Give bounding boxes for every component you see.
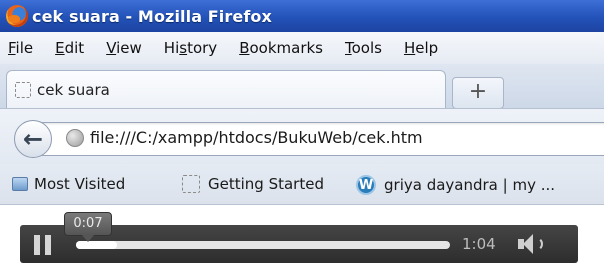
bookmark-griya-dayandra[interactable]: W griya dayandra | my ... <box>356 175 555 195</box>
menu-bar: File Edit View History Bookmarks Tools H… <box>0 32 604 64</box>
tab-strip: cek suara + <box>0 64 604 109</box>
firefox-logo-icon <box>6 5 28 27</box>
menu-history-rest: tory <box>187 39 218 57</box>
bookmark-label: griya dayandra | my ... <box>384 176 556 194</box>
menu-help-rest: elp <box>415 39 439 57</box>
menu-bookmarks-rest: ookmarks <box>249 39 323 57</box>
menu-history-pre: Hi <box>163 39 180 57</box>
tab-cek-suara[interactable]: cek suara <box>6 70 446 109</box>
menu-file-rest: ile <box>15 39 34 57</box>
blank-page-icon <box>15 82 31 98</box>
site-identity-globe-icon[interactable] <box>66 129 84 147</box>
back-arrow-icon: ← <box>22 125 44 153</box>
menu-edit-rest: dit <box>64 39 85 57</box>
new-tab-button[interactable]: + <box>452 77 504 109</box>
back-button[interactable]: ← <box>14 120 52 158</box>
bookmarks-toolbar: Most Visited Getting Started W griya day… <box>0 164 604 205</box>
seek-bar[interactable] <box>76 241 450 249</box>
speaker-cone <box>523 234 533 254</box>
wordpress-icon: W <box>356 175 376 195</box>
menu-bookmarks[interactable]: Bookmarks <box>239 39 323 57</box>
menu-tools[interactable]: Tools <box>345 39 382 57</box>
pause-button[interactable] <box>34 235 52 255</box>
current-time-tooltip: 0:07 <box>64 212 112 242</box>
bookmark-getting-started[interactable]: Getting Started <box>182 175 324 193</box>
navigation-bar: ← file:///C:/xampp/htdocs/BukuWeb/cek.ht… <box>0 108 604 165</box>
volume-icon[interactable] <box>518 233 548 255</box>
menu-file[interactable]: File <box>8 39 33 57</box>
menu-view-rest: iew <box>116 39 142 57</box>
bookmark-label: Most Visited <box>34 175 126 193</box>
bookmark-label: Getting Started <box>208 175 324 193</box>
menu-history[interactable]: History <box>164 39 217 57</box>
most-visited-icon <box>12 177 28 191</box>
menu-view[interactable]: View <box>106 39 142 57</box>
duration-label: 1:04 <box>462 235 496 253</box>
bookmark-most-visited[interactable]: Most Visited <box>12 175 125 193</box>
menu-edit[interactable]: Edit <box>55 39 84 57</box>
menu-help[interactable]: Help <box>404 39 438 57</box>
menu-tools-rest: ools <box>351 39 382 57</box>
window-titlebar: cek suara - Mozilla Firefox <box>0 0 604 32</box>
url-text[interactable]: file:///C:/xampp/htdocs/BukuWeb/cek.htm <box>90 128 423 147</box>
seek-bar-progress <box>76 241 118 249</box>
speaker-wave <box>533 237 543 251</box>
blank-page-icon <box>182 175 200 193</box>
tab-label: cek suara <box>37 81 110 99</box>
window-title: cek suara - Mozilla Firefox <box>32 6 272 26</box>
